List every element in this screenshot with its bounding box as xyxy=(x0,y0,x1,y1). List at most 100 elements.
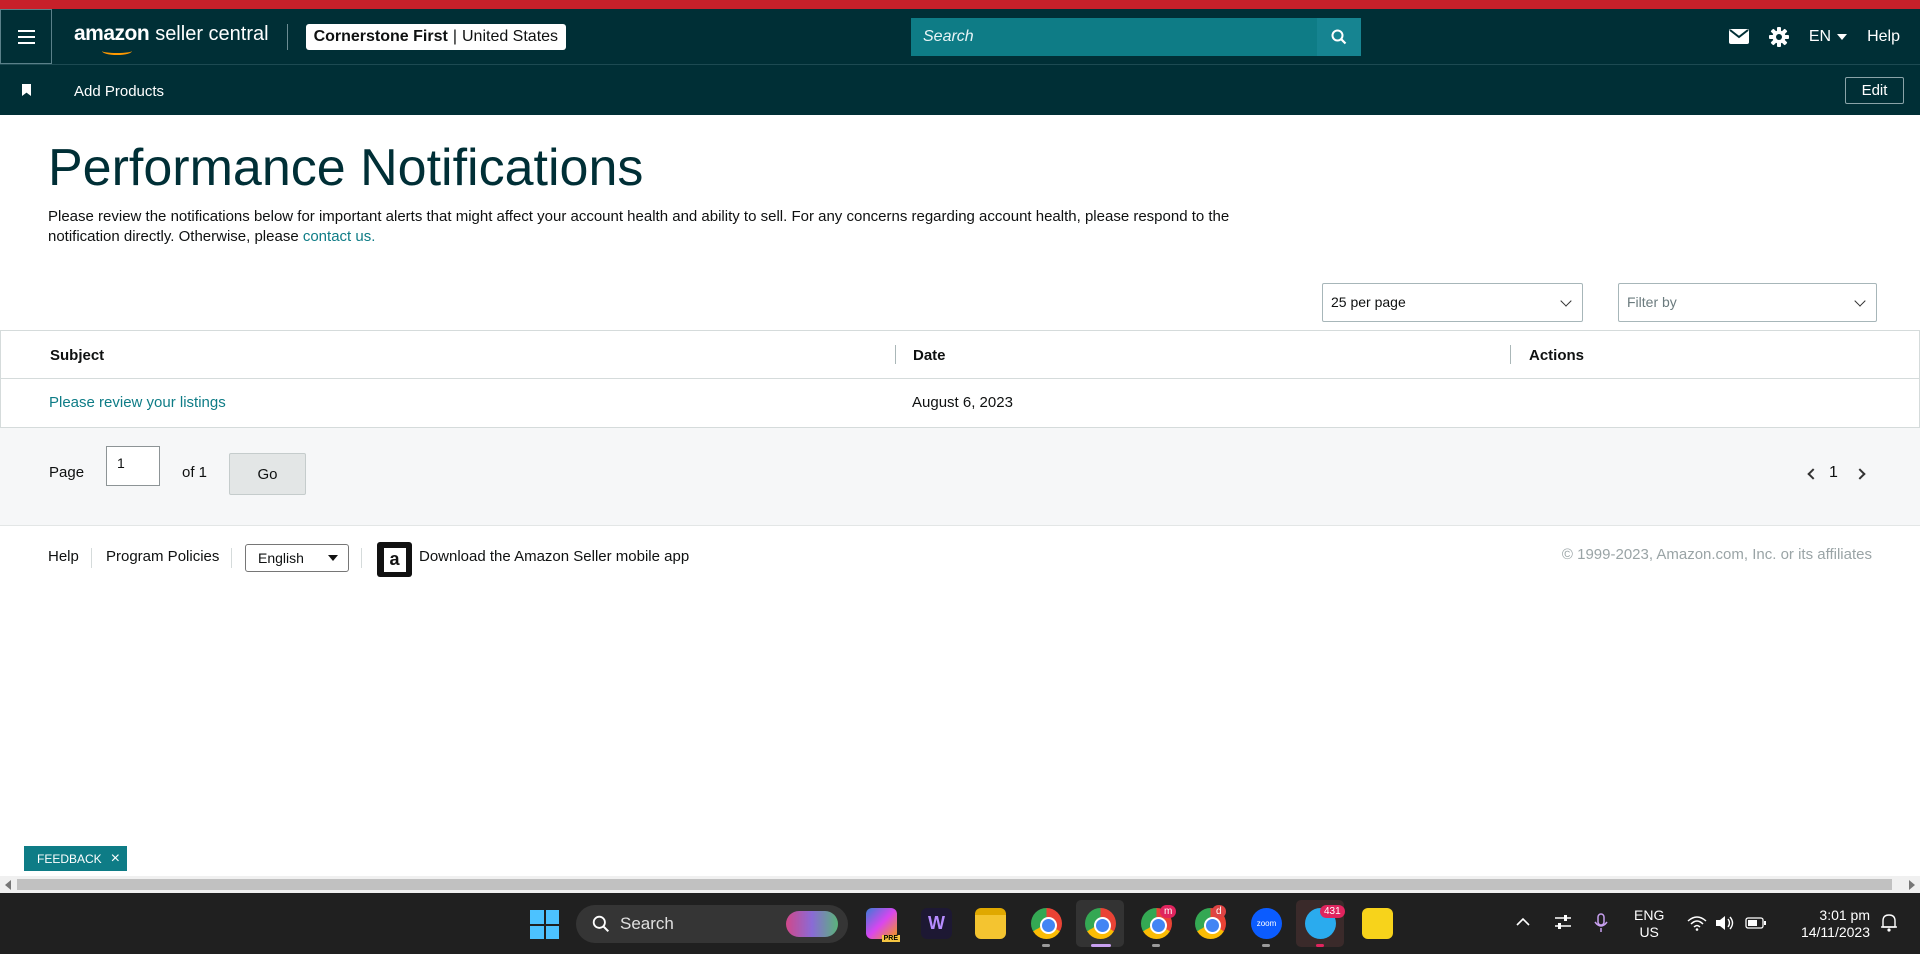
top-navigation: amazon seller central Cornerstone First … xyxy=(0,9,1920,64)
running-indicator xyxy=(1042,944,1050,947)
zoom-icon[interactable]: zoom xyxy=(1251,908,1282,939)
footer-language-select[interactable]: English xyxy=(245,544,349,572)
volume-icon[interactable] xyxy=(1715,915,1735,931)
bookmark-add-products[interactable]: Add Products xyxy=(74,83,164,100)
description-text: Please review the notifications below fo… xyxy=(48,208,1230,245)
language-label: EN xyxy=(1808,27,1832,45)
zoom-label: zoom xyxy=(1256,919,1277,928)
logo-brand: amazon xyxy=(74,21,150,45)
filter-select[interactable]: Filter by xyxy=(1618,283,1877,322)
gear-icon[interactable] xyxy=(1768,26,1789,47)
bookmark-icon[interactable] xyxy=(22,84,31,96)
current-page-number[interactable]: 1 xyxy=(1829,464,1838,482)
chevron-right-icon[interactable] xyxy=(1854,468,1866,480)
top-accent-bar xyxy=(0,0,1920,9)
contact-us-link[interactable]: contact us. xyxy=(303,228,376,245)
store-switcher[interactable]: Cornerstone First | United States xyxy=(305,23,567,50)
page-total-label: of 1 xyxy=(182,464,208,481)
system-clock[interactable]: 3:01 pm 14/11/2023 xyxy=(1786,907,1870,941)
feedback-button[interactable]: FEEDBACK × xyxy=(24,846,127,871)
horizontal-scrollbar[interactable] xyxy=(0,876,1920,893)
column-divider xyxy=(1510,345,1511,364)
footer-divider xyxy=(231,548,232,568)
chevron-down-icon xyxy=(1854,295,1866,307)
active-indicator xyxy=(1091,944,1111,947)
windows-taskbar: Search PRE W m d zoom 431 ENG US 3:01 pm… xyxy=(0,893,1920,954)
store-name: Cornerstone First xyxy=(313,27,448,45)
search-button[interactable] xyxy=(1317,18,1361,56)
running-indicator xyxy=(1316,944,1324,947)
input-language-indicator[interactable]: ENG US xyxy=(1634,907,1664,941)
bookmark-bar: Add Products Edit xyxy=(0,64,1920,115)
column-header-date[interactable]: Date xyxy=(913,347,946,364)
help-link[interactable]: Help xyxy=(1867,28,1900,46)
search-input[interactable]: Search xyxy=(911,18,1317,56)
chrome-profile-badge: d xyxy=(1212,905,1226,918)
hamburger-menu-icon[interactable] xyxy=(0,9,52,64)
language-line-2: US xyxy=(1639,924,1659,940)
search-bar: Search xyxy=(911,18,1361,56)
column-header-subject[interactable]: Subject xyxy=(50,347,104,364)
mail-icon[interactable] xyxy=(1728,29,1749,44)
chevron-down-icon xyxy=(328,555,338,561)
footer-language-value: English xyxy=(258,550,304,566)
program-policies-link[interactable]: Program Policies xyxy=(106,548,219,565)
copilot-icon[interactable]: PRE xyxy=(866,908,900,942)
header-actions: EN Help xyxy=(1728,9,1900,64)
app-icon-letter: a xyxy=(383,547,406,572)
copilot-pre-tag: PRE xyxy=(881,935,900,942)
copyright-text: © 1999-2023, Amazon.com, Inc. or its aff… xyxy=(1561,546,1872,563)
battery-icon[interactable] xyxy=(1745,917,1767,929)
logo-product: seller central xyxy=(155,22,269,45)
chevron-down-icon xyxy=(1560,295,1572,307)
page-number-input[interactable]: 1 xyxy=(106,446,160,486)
file-explorer-icon[interactable] xyxy=(975,908,1006,939)
page-label: Page xyxy=(49,464,85,481)
chevron-up-icon[interactable] xyxy=(1516,917,1530,927)
chevron-left-icon[interactable] xyxy=(1807,468,1819,480)
store-region: United States xyxy=(461,27,559,45)
chrome-icon[interactable] xyxy=(1031,908,1062,939)
edit-bookmarks-button[interactable]: Edit xyxy=(1845,77,1904,104)
go-button[interactable]: Go xyxy=(229,453,306,495)
telegram-unread-badge: 431 xyxy=(1320,905,1345,918)
store-separator: | xyxy=(452,27,457,45)
notification-bell-icon[interactable] xyxy=(1880,913,1898,933)
taskbar-search[interactable]: Search xyxy=(576,905,848,943)
header-divider xyxy=(286,23,288,50)
per-page-value: 25 per page xyxy=(1331,294,1406,310)
download-app-link[interactable]: Download the Amazon Seller mobile app xyxy=(419,548,689,565)
settings-sliders-icon[interactable] xyxy=(1554,914,1572,930)
microphone-icon[interactable] xyxy=(1594,913,1608,933)
running-indicator xyxy=(1152,944,1160,947)
page-description: Please review the notifications below fo… xyxy=(48,207,1268,247)
footer-divider xyxy=(91,548,92,568)
pagination-bar: Page 1 of 1 Go 1 xyxy=(0,428,1920,526)
clock-date: 14/11/2023 xyxy=(1800,924,1870,940)
language-line-1: ENG xyxy=(1634,907,1665,923)
scroll-right-icon[interactable] xyxy=(1909,880,1915,890)
per-page-select[interactable]: 25 per page xyxy=(1322,283,1583,322)
language-selector[interactable]: EN xyxy=(1808,27,1848,46)
windows-start-icon[interactable] xyxy=(530,910,559,939)
close-icon[interactable]: × xyxy=(111,850,120,868)
table-row: Please review your listings August 6, 20… xyxy=(1,379,1919,427)
notification-date: August 6, 2023 xyxy=(912,394,1013,411)
column-header-actions: Actions xyxy=(1529,347,1585,364)
footer-help-link[interactable]: Help xyxy=(48,548,79,565)
amazon-smile-icon xyxy=(102,47,132,55)
scrollbar-thumb[interactable] xyxy=(17,879,1892,890)
seller-central-logo[interactable]: amazon seller central xyxy=(74,21,269,55)
w-app-icon[interactable]: W xyxy=(921,908,952,939)
scroll-left-icon[interactable] xyxy=(5,880,11,890)
chrome-profile-badge: m xyxy=(1160,905,1177,918)
taskbar-search-label: Search xyxy=(620,914,674,933)
notification-subject-link[interactable]: Please review your listings xyxy=(49,394,226,411)
table-header: Subject Date Actions xyxy=(1,331,1919,379)
sticky-notes-icon[interactable] xyxy=(1362,908,1393,939)
amazon-seller-app-icon[interactable]: a xyxy=(377,542,412,577)
chrome-icon[interactable] xyxy=(1085,908,1116,939)
clock-time: 3:01 pm xyxy=(1819,907,1870,923)
column-divider xyxy=(895,345,896,364)
wifi-icon[interactable] xyxy=(1687,915,1707,931)
